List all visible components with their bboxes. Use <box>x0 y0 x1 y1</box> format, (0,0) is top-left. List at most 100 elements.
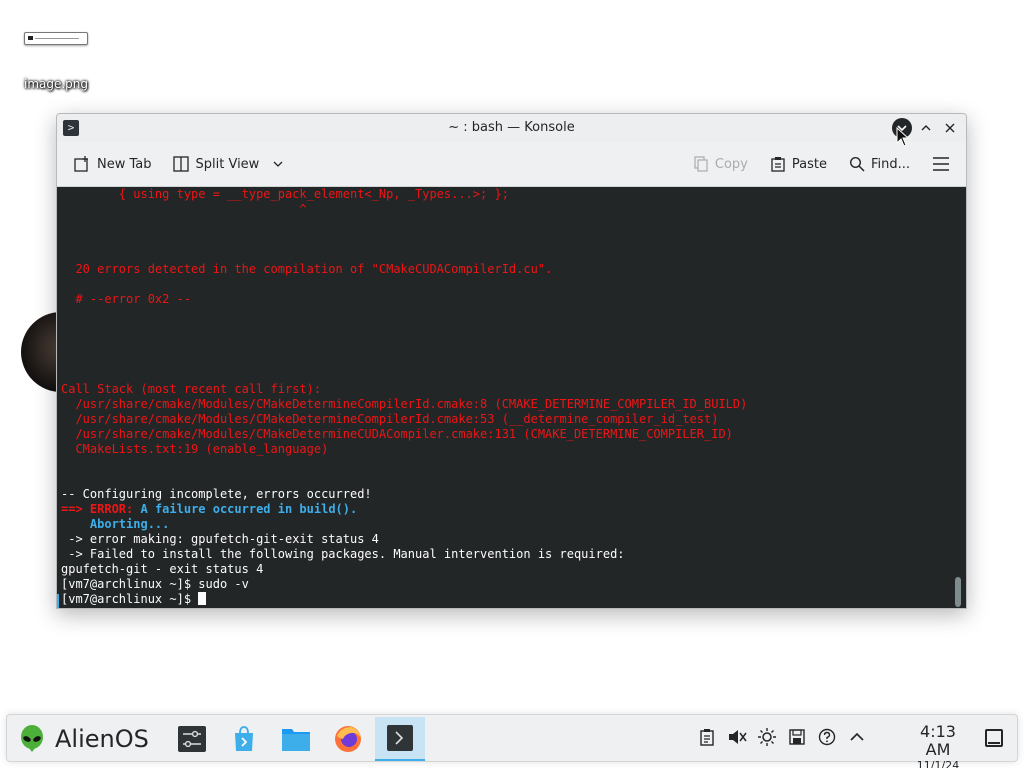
hamburger-menu-button[interactable] <box>926 149 956 179</box>
terminal-line: /usr/share/cmake/Modules/CMakeDetermineC… <box>61 412 719 426</box>
maximize-button[interactable] <box>916 118 936 138</box>
terminal-line: [vm7@archlinux ~]$ sudo -v <box>61 577 249 591</box>
tray-storage[interactable] <box>787 727 807 747</box>
desktop-file-label: image.png <box>23 77 89 91</box>
volume-muted-icon <box>729 730 747 744</box>
aborting-message: Aborting... <box>61 517 170 531</box>
show-desktop-button[interactable] <box>985 729 1003 747</box>
find-label: Find... <box>870 156 910 172</box>
close-button[interactable] <box>940 118 960 138</box>
brightness-icon <box>758 728 776 746</box>
copy-label: Copy <box>714 156 748 172</box>
help-icon <box>818 728 836 746</box>
taskbar-discover-app[interactable] <box>219 717 269 761</box>
split-view-button[interactable]: Split View <box>166 149 292 179</box>
launcher-label: AlienOS <box>55 725 149 753</box>
tray-help[interactable] <box>817 727 837 747</box>
window-title: ~ : bash — Konsole <box>448 120 575 135</box>
terminal-area[interactable]: { using type = __type_pack_element<_Np, … <box>57 187 966 608</box>
chevron-up-icon <box>850 732 864 741</box>
taskbar-firefox-app[interactable] <box>323 717 373 761</box>
new-tab-label: New Tab <box>97 156 152 172</box>
paste-button[interactable]: Paste <box>764 149 833 179</box>
copy-button[interactable]: Copy <box>687 149 754 179</box>
taskbar-file-manager-app[interactable] <box>271 717 321 761</box>
folder-icon <box>282 729 310 751</box>
terminal-line: { using type = __type_pack_element<_Np, … <box>61 187 509 201</box>
task-manager <box>167 717 425 761</box>
find-button[interactable]: Find... <box>843 149 916 179</box>
terminal-line: /usr/share/cmake/Modules/CMakeDetermineC… <box>61 427 733 441</box>
alien-icon <box>21 725 43 752</box>
image-file-thumbnail <box>24 32 88 45</box>
terminal-icon <box>387 725 413 751</box>
desktop-file-icon[interactable]: image.png <box>14 26 98 91</box>
split-view-label: Split View <box>195 156 260 172</box>
window-titlebar[interactable]: > ~ : bash — Konsole <box>57 114 966 142</box>
tray-expand[interactable] <box>847 727 867 747</box>
error-arrow: ==> <box>61 502 90 516</box>
terminal-line: [vm7@archlinux ~]$ <box>61 592 950 607</box>
text-cursor <box>198 592 207 605</box>
terminal-line: Call Stack (most recent call first): <box>61 382 322 396</box>
taskbar: AlienOS 4:13 AM 11/1/24 <box>6 714 1018 768</box>
terminal-scrollbar[interactable] <box>955 577 961 607</box>
terminal-line: # --error 0x2 -- <box>61 292 192 306</box>
system-tray <box>697 727 867 747</box>
chevron-up-icon <box>921 125 931 131</box>
terminal-line: ^ <box>61 202 307 216</box>
new-tab-button[interactable]: New Tab <box>67 149 158 179</box>
shell-prompt: [vm7@archlinux ~]$ <box>61 592 199 606</box>
new-tab-icon <box>74 156 88 172</box>
error-message: A failure occurred in build(). <box>133 502 358 516</box>
paste-icon <box>771 157 785 172</box>
save-disk-icon <box>789 729 805 745</box>
paste-label: Paste <box>791 156 827 172</box>
clock-time: 4:13 AM <box>920 722 956 759</box>
error-label: ERROR: <box>89 502 134 516</box>
mouse-cursor-icon <box>896 127 910 147</box>
clipboard-icon <box>700 729 714 746</box>
konsole-toolbar: New Tab Split View Copy Paste Find... <box>57 142 966 187</box>
digital-clock[interactable]: 4:13 AM 11/1/24 <box>907 723 969 768</box>
copy-icon <box>694 156 708 172</box>
terminal-line: -> Failed to install the following packa… <box>61 547 625 561</box>
terminal-line: -- Configuring incomplete, errors occurr… <box>61 487 372 501</box>
terminal-line-marker <box>57 594 59 608</box>
software-store-icon <box>235 726 253 751</box>
system-settings-icon <box>178 726 206 752</box>
terminal-line: 20 errors detected in the compilation of… <box>61 262 553 276</box>
clock-date: 11/1/24 <box>916 759 960 768</box>
terminal-line: Aborting... <box>61 517 950 532</box>
terminal-line: CMakeLists.txt:19 (enable_language) <box>61 442 329 456</box>
terminal-line: /usr/share/cmake/Modules/CMakeDetermineC… <box>61 397 748 411</box>
hamburger-menu-icon <box>933 157 949 171</box>
tray-clipboard[interactable] <box>697 727 717 747</box>
application-launcher[interactable]: AlienOS <box>17 721 149 757</box>
terminal-output: { using type = __type_pack_element<_Np, … <box>61 187 950 607</box>
tray-volume[interactable] <box>727 727 747 747</box>
chevron-down-icon <box>273 161 283 167</box>
split-view-icon <box>172 156 189 172</box>
taskbar-konsole-app[interactable] <box>375 717 425 761</box>
tray-brightness[interactable] <box>757 727 777 747</box>
terminal-line: -> error making: gpufetch-git-exit statu… <box>61 532 379 546</box>
firefox-icon <box>335 726 361 752</box>
close-icon <box>945 123 955 133</box>
taskbar-settings-app[interactable] <box>167 717 217 761</box>
terminal-line: gpufetch-git - exit status 4 <box>61 562 264 576</box>
konsole-window: > ~ : bash — Konsole New Tab Split View … <box>56 113 967 609</box>
search-icon <box>849 156 865 172</box>
terminal-line: ==> ERROR: A failure occurred in build()… <box>61 502 950 517</box>
